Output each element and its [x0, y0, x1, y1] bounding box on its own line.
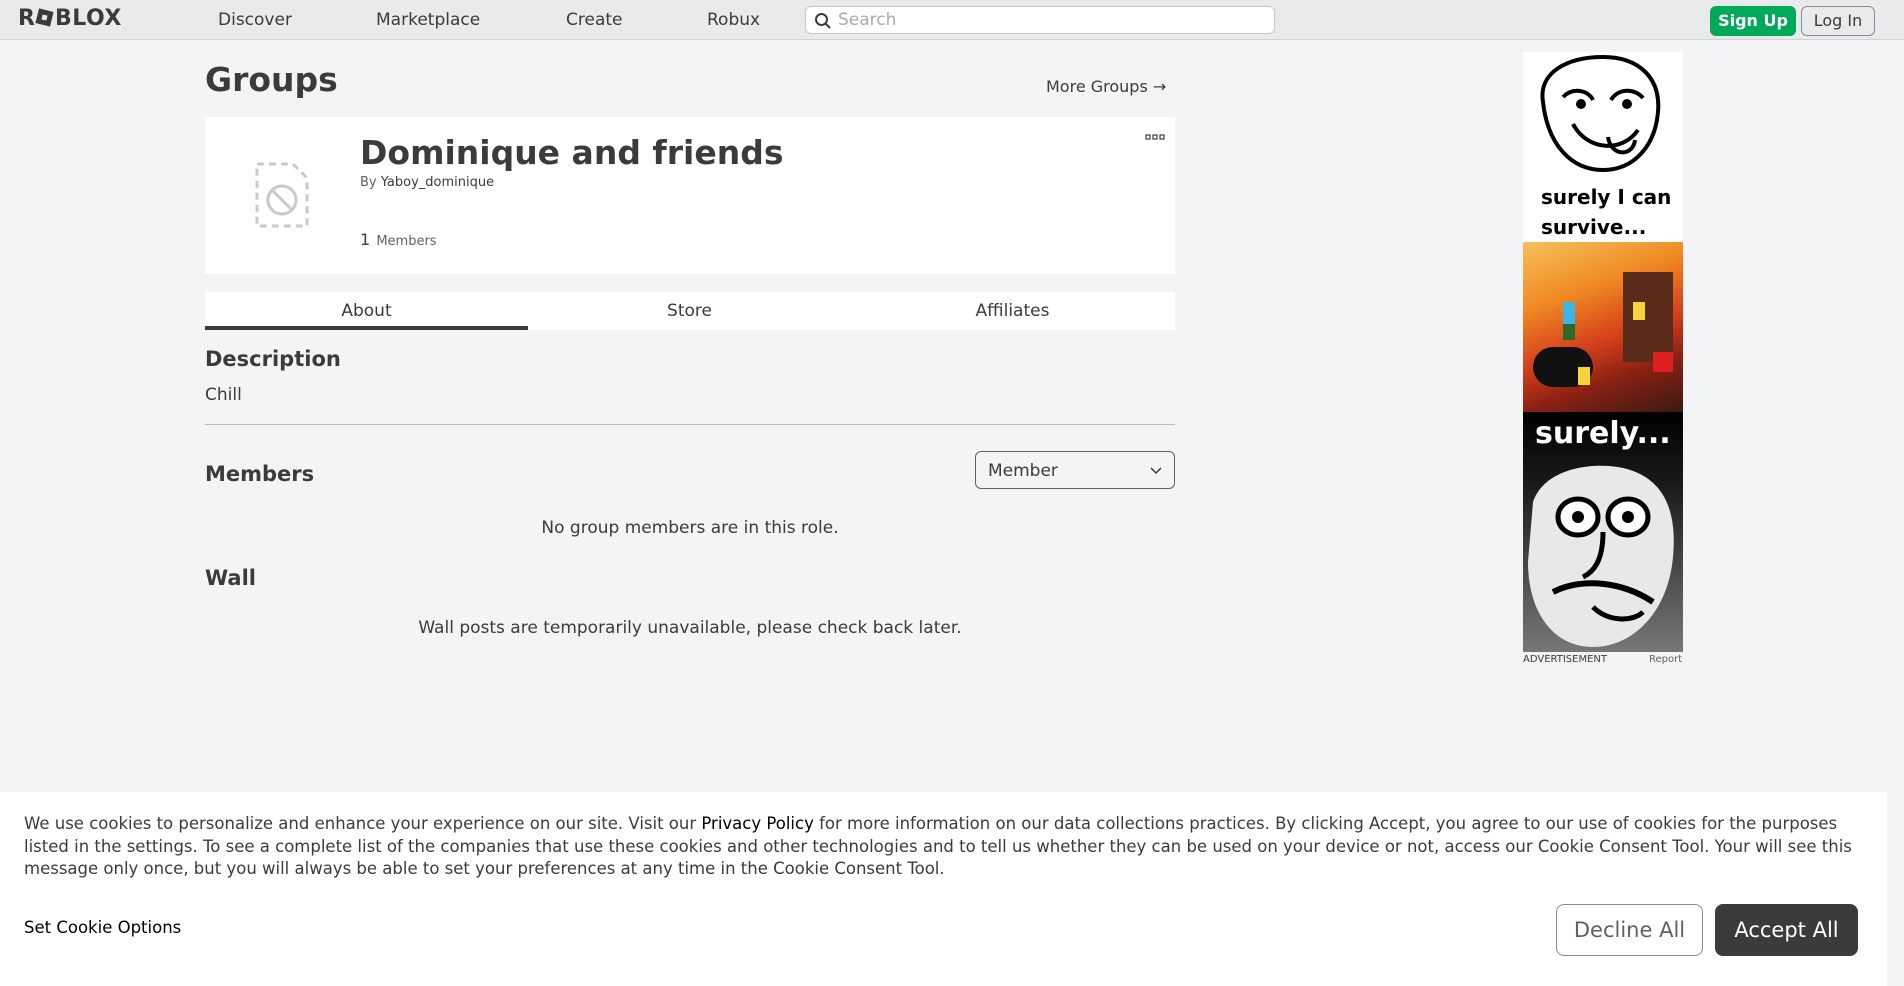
svg-text:BLOX: BLOX [55, 6, 122, 28]
nav-robux[interactable]: Robux [707, 10, 760, 30]
members-heading: Members [205, 462, 315, 486]
sign-up-button[interactable]: Sign Up [1710, 6, 1796, 36]
search-box[interactable] [805, 6, 1275, 34]
by-prefix: By [360, 175, 377, 190]
group-owner-line: By Yaboy_dominique [360, 175, 494, 190]
ad-caption-bottom: surely... [1535, 416, 1671, 451]
cookie-consent-text: We use cookies to personalize and enhanc… [24, 813, 1869, 881]
advertisement-label: ADVERTISEMENT [1523, 654, 1608, 665]
nav-discover[interactable]: Discover [218, 10, 292, 30]
search-icon [815, 13, 831, 29]
privacy-policy-link[interactable]: Privacy Policy [701, 814, 813, 833]
role-dropdown-value: Member [988, 461, 1058, 481]
meme-face-image [1528, 465, 1674, 647]
nav-create[interactable]: Create [566, 10, 623, 30]
group-emblem-placeholder-icon [255, 162, 309, 228]
group-tabs: About Store Affiliates [205, 292, 1175, 330]
search-input[interactable] [838, 9, 1258, 31]
report-ad-link[interactable]: Report [1649, 654, 1682, 665]
ad-panel-game-scene [1523, 242, 1683, 412]
cookie-text-before: We use cookies to personalize and enhanc… [24, 814, 702, 833]
accept-all-button[interactable]: Accept All [1715, 904, 1858, 956]
troll-face-image [1540, 54, 1661, 173]
tab-about[interactable]: About [205, 292, 528, 330]
svg-text:R: R [18, 6, 35, 28]
more-groups-link[interactable]: More Groups → [1046, 77, 1166, 96]
page-title: Groups [205, 60, 338, 99]
ad-caption-top: surely I can survive... [1541, 182, 1671, 242]
set-cookie-options-link[interactable]: Set Cookie Options [24, 918, 181, 937]
ad-panel-top: surely I can survive... [1523, 52, 1683, 242]
tab-store[interactable]: Store [528, 292, 851, 330]
more-options-icon[interactable] [1145, 132, 1165, 142]
chevron-down-icon [1150, 467, 1162, 475]
cookie-consent-banner: We use cookies to personalize and enhanc… [0, 792, 1887, 986]
member-count-label: Members [376, 234, 437, 249]
section-divider [205, 424, 1175, 425]
group-member-count: 1 Members [360, 230, 437, 249]
advertisement-banner[interactable]: surely I can survive... surely... [1523, 52, 1683, 652]
member-count-value: 1 [360, 230, 371, 249]
top-navigation: R BLOX Discover Marketplace Create Robux… [0, 0, 1904, 40]
ad-caption-line-1: surely I can [1541, 185, 1672, 209]
ad-caption-line-2: survive... [1541, 215, 1647, 239]
roblox-logo[interactable]: R BLOX [18, 6, 136, 34]
group-owner-link[interactable]: Yaboy_dominique [381, 175, 494, 190]
group-name: Dominique and friends [360, 133, 784, 172]
roblox-logo-mark: R BLOX [18, 6, 122, 31]
description-heading: Description [205, 347, 341, 371]
no-members-message: No group members are in this role. [541, 518, 839, 538]
decline-all-button[interactable]: Decline All [1556, 904, 1703, 956]
wall-heading: Wall [205, 566, 256, 590]
wall-unavailable-message: Wall posts are temporarily unavailable, … [418, 618, 962, 638]
ad-panel-bottom: surely... [1523, 412, 1683, 652]
role-dropdown[interactable]: Member [975, 451, 1175, 489]
group-header-card: Dominique and friends By Yaboy_dominique… [205, 117, 1175, 274]
nav-marketplace[interactable]: Marketplace [376, 10, 480, 30]
game-scene-image [1533, 272, 1673, 387]
tab-affiliates[interactable]: Affiliates [851, 292, 1174, 330]
description-text: Chill [205, 385, 242, 405]
log-in-button[interactable]: Log In [1801, 6, 1875, 36]
